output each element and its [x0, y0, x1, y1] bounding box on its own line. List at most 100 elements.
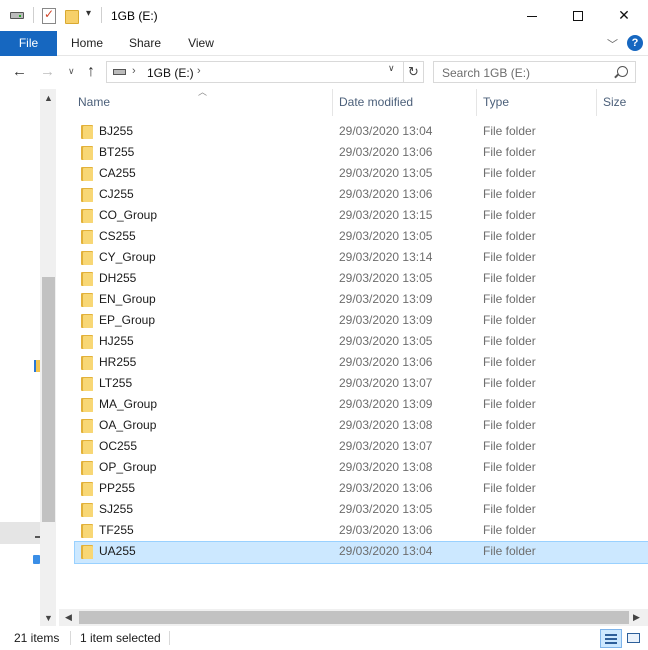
horizontal-scrollbar[interactable]: ◀ ▶ [59, 609, 648, 626]
file-name[interactable]: PP255 [99, 478, 135, 499]
column-size[interactable]: Size [597, 89, 648, 116]
file-name[interactable]: UA255 [99, 541, 136, 562]
table-row[interactable]: MA_Group 29/03/2020 13:09 File folder [59, 394, 648, 415]
table-row[interactable]: CO_Group 29/03/2020 13:15 File folder [59, 205, 648, 226]
table-row[interactable]: BT255 29/03/2020 13:06 File folder [59, 142, 648, 163]
file-type: File folder [483, 124, 536, 138]
folder-icon [81, 272, 93, 286]
table-row[interactable]: CJ255 29/03/2020 13:06 File folder [59, 184, 648, 205]
file-name[interactable]: HR255 [99, 352, 136, 373]
table-row[interactable]: SJ255 29/03/2020 13:05 File folder [59, 499, 648, 520]
file-date-modified: 29/03/2020 13:09 [339, 292, 433, 306]
file-date-modified: 29/03/2020 13:08 [339, 418, 433, 432]
file-name[interactable]: CJ255 [99, 184, 134, 205]
file-name[interactable]: BT255 [99, 142, 134, 163]
folder-icon [81, 314, 93, 328]
file-name[interactable]: CA255 [99, 163, 136, 184]
close-button[interactable]: ✕ [601, 0, 647, 31]
search-icon [617, 66, 628, 77]
horizontal-scroll-thumb[interactable] [79, 611, 629, 624]
file-name[interactable]: OP_Group [99, 457, 156, 478]
back-arrow-icon[interactable]: ← [12, 63, 27, 80]
table-row[interactable]: TF255 29/03/2020 13:06 File folder [59, 520, 648, 541]
column-header-row: ︿ Name Date modified Type Size [59, 89, 648, 116]
table-row[interactable]: EP_Group 29/03/2020 13:09 File folder [59, 310, 648, 331]
address-bar[interactable]: › 1GB (E:) › [106, 61, 404, 83]
nav-pane-scroll-thumb[interactable] [42, 277, 55, 522]
tab-home[interactable]: Home [70, 31, 104, 56]
column-date-modified[interactable]: Date modified [333, 89, 477, 116]
refresh-button[interactable]: ↻ [404, 61, 424, 83]
table-row[interactable]: OA_Group 29/03/2020 13:08 File folder [59, 415, 648, 436]
search-input[interactable]: Search 1GB (E:) [433, 61, 636, 83]
file-name[interactable]: CY_Group [99, 247, 156, 268]
tab-file[interactable]: File [0, 31, 57, 56]
file-name[interactable]: TF255 [99, 520, 134, 541]
file-date-modified: 29/03/2020 13:15 [339, 208, 433, 222]
file-type: File folder [483, 460, 536, 474]
maximize-button[interactable] [555, 0, 601, 31]
up-arrow-icon[interactable]: ↑ [87, 63, 95, 81]
properties-icon[interactable] [42, 7, 56, 24]
scroll-down-icon[interactable]: ▼ [44, 613, 53, 623]
file-name[interactable]: OC255 [99, 436, 137, 457]
file-name[interactable]: EN_Group [99, 289, 156, 310]
address-history-chevron-down-icon[interactable]: ∨ [388, 63, 395, 74]
tab-share[interactable]: Share [128, 31, 162, 56]
large-icons-view-button[interactable] [625, 629, 643, 648]
breadcrumb-drive[interactable]: 1GB (E:) [147, 66, 194, 80]
file-type: File folder [483, 481, 536, 495]
file-type: File folder [483, 439, 536, 453]
file-name[interactable]: EP_Group [99, 310, 155, 331]
expand-ribbon-chevron-down-icon[interactable]: ﹀ [607, 36, 618, 52]
maximize-icon [573, 11, 583, 22]
file-name[interactable]: SJ255 [99, 499, 133, 520]
file-name[interactable]: LT255 [99, 373, 132, 394]
navigation-pane[interactable]: ▲ ▼ [0, 89, 58, 629]
forward-arrow-icon[interactable]: → [40, 63, 55, 80]
file-name[interactable]: CO_Group [99, 205, 157, 226]
table-row[interactable]: OP_Group 29/03/2020 13:08 File folder [59, 457, 648, 478]
file-name[interactable]: BJ255 [99, 121, 133, 142]
file-type: File folder [483, 376, 536, 390]
file-date-modified: 29/03/2020 13:06 [339, 145, 433, 159]
quick-access-dropdown-icon[interactable]: ▾ [86, 8, 91, 19]
network-icon [33, 555, 40, 564]
table-row[interactable]: PP255 29/03/2020 13:06 File folder [59, 478, 648, 499]
table-row[interactable]: LT255 29/03/2020 13:07 File folder [59, 373, 648, 394]
file-date-modified: 29/03/2020 13:05 [339, 229, 433, 243]
column-name[interactable]: Name [72, 89, 333, 116]
minimize-button[interactable] [509, 0, 555, 31]
selected-nav-item[interactable] [0, 522, 40, 544]
file-name[interactable]: OA_Group [99, 415, 156, 436]
table-row[interactable]: BJ255 29/03/2020 13:04 File folder [59, 121, 648, 142]
new-folder-icon[interactable] [65, 10, 79, 24]
help-icon[interactable]: ? [627, 35, 643, 51]
tab-view[interactable]: View [186, 31, 216, 56]
file-name[interactable]: HJ255 [99, 331, 134, 352]
scroll-right-icon[interactable]: ▶ [633, 612, 640, 623]
file-name[interactable]: MA_Group [99, 394, 157, 415]
table-row[interactable]: HR255 29/03/2020 13:06 File folder [59, 352, 648, 373]
recent-locations-chevron-down-icon[interactable]: ∨ [68, 66, 75, 77]
table-row[interactable]: UA255 29/03/2020 13:04 File folder [59, 541, 648, 564]
file-name[interactable]: DH255 [99, 268, 136, 289]
table-row[interactable]: OC255 29/03/2020 13:07 File folder [59, 436, 648, 457]
drive-icon [10, 12, 24, 19]
breadcrumb-chevron-right-icon[interactable]: › [132, 65, 136, 77]
table-row[interactable]: CA255 29/03/2020 13:05 File folder [59, 163, 648, 184]
file-type: File folder [483, 355, 536, 369]
table-row[interactable]: CY_Group 29/03/2020 13:14 File folder [59, 247, 648, 268]
scroll-up-icon[interactable]: ▲ [44, 93, 53, 103]
table-row[interactable]: DH255 29/03/2020 13:05 File folder [59, 268, 648, 289]
file-type: File folder [483, 523, 536, 537]
details-view-button[interactable] [600, 629, 622, 648]
table-row[interactable]: EN_Group 29/03/2020 13:09 File folder [59, 289, 648, 310]
file-name[interactable]: CS255 [99, 226, 136, 247]
scroll-left-icon[interactable]: ◀ [65, 612, 72, 623]
drive-icon [113, 69, 126, 75]
column-type[interactable]: Type [477, 89, 597, 116]
table-row[interactable]: HJ255 29/03/2020 13:05 File folder [59, 331, 648, 352]
table-row[interactable]: CS255 29/03/2020 13:05 File folder [59, 226, 648, 247]
breadcrumb-chevron-right-icon[interactable]: › [197, 65, 201, 77]
